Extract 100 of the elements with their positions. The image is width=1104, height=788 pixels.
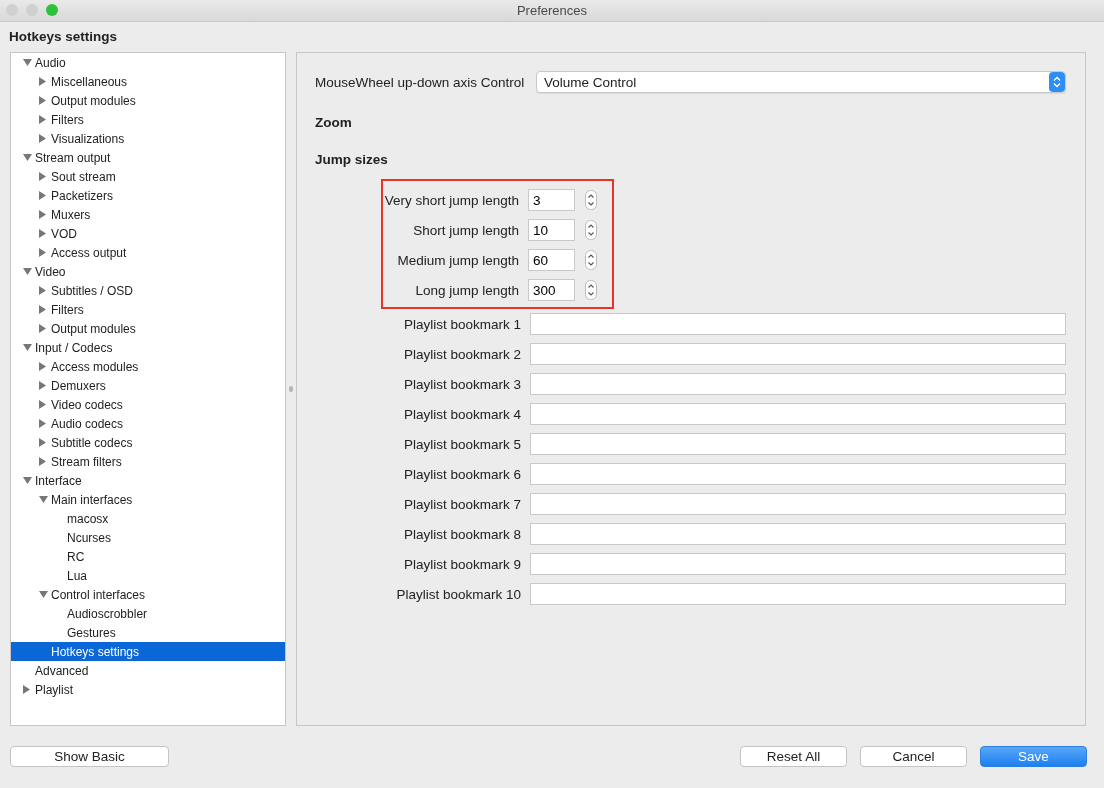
tree-item[interactable]: Gestures [11,623,285,642]
tree-item[interactable]: Filters [11,300,285,319]
field-label: Medium jump length [396,252,520,268]
number-field[interactable]: 10 [528,219,575,241]
field-label: Playlist bookmark 7 [402,496,522,512]
field-label: Playlist bookmark 8 [402,526,522,542]
field-label: Playlist bookmark 10 [395,586,522,602]
stepper-arrows-icon[interactable] [585,190,597,210]
tree-item[interactable]: Stream filters [11,452,285,471]
collapsed-arrow-icon[interactable] [39,191,47,200]
tree-item[interactable]: Output modules [11,91,285,110]
tree-item[interactable]: Main interfaces [11,490,285,509]
text-field[interactable] [530,433,1066,455]
tree-item[interactable]: Demuxers [11,376,285,395]
text-field[interactable] [530,343,1066,365]
tree-item[interactable]: Ncurses [11,528,285,547]
field-label: Playlist bookmark 2 [402,346,522,362]
tree-item[interactable]: Audio codecs [11,414,285,433]
tree-item[interactable]: Muxers [11,205,285,224]
field-label: Playlist bookmark 4 [402,406,522,422]
tree-item[interactable]: Subtitles / OSD [11,281,285,300]
tree-item[interactable]: Advanced [11,661,285,680]
field-label: Playlist bookmark 5 [402,436,522,452]
expanded-arrow-icon[interactable] [22,153,32,162]
section-heading: Jump sizes [315,151,389,169]
text-field[interactable] [530,313,1066,335]
field-label: Long jump length [414,282,520,298]
volume-dropdown[interactable]: Volume Control [536,71,1066,93]
tree-item[interactable]: Packetizers [11,186,285,205]
tree-item[interactable]: Sout stream [11,167,285,186]
tree-item[interactable]: VOD [11,224,285,243]
tree-item[interactable]: Miscellaneous [11,72,285,91]
expanded-arrow-icon[interactable] [22,58,32,67]
field-label: Playlist bookmark 6 [402,466,522,482]
tree-item[interactable]: Filters [11,110,285,129]
collapsed-arrow-icon[interactable] [39,286,47,295]
collapsed-arrow-icon[interactable] [39,248,47,257]
number-field[interactable]: 60 [528,249,575,271]
window-title: Preferences [516,3,588,18]
dialog-button[interactable]: Reset All [740,746,847,767]
tree-item[interactable]: RC [11,547,285,566]
tree-item[interactable]: macosx [11,509,285,528]
field-label: Playlist bookmark 1 [402,316,522,332]
collapsed-arrow-icon[interactable] [39,172,47,181]
tree-item[interactable]: Stream output [11,148,285,167]
tree-item[interactable]: Control interfaces [11,585,285,604]
tree-item[interactable]: Access modules [11,357,285,376]
tree-item[interactable]: Lua [11,566,285,585]
collapsed-arrow-icon[interactable] [39,134,47,143]
tree-item[interactable]: Audioscrobbler [11,604,285,623]
stepper-arrows-icon[interactable] [585,280,597,300]
text-field[interactable] [530,463,1066,485]
tree-item[interactable]: Video codecs [11,395,285,414]
field-label: MouseWheel up-down axis Control [315,74,526,90]
text-field[interactable] [530,553,1066,575]
expanded-arrow-icon[interactable] [22,343,32,352]
collapsed-arrow-icon[interactable] [23,685,31,694]
tree-item[interactable]: Video [11,262,285,281]
field-label: Short jump length [412,222,520,238]
collapsed-arrow-icon[interactable] [39,210,47,219]
dialog-button[interactable]: Cancel [860,746,967,767]
collapsed-arrow-icon[interactable] [39,77,47,86]
tree-item[interactable]: Playlist [11,680,285,699]
collapsed-arrow-icon[interactable] [39,305,47,314]
tree-item[interactable]: Audio [11,53,285,72]
tree-item[interactable]: Input / Codecs [11,338,285,357]
text-field[interactable] [530,373,1066,395]
collapsed-arrow-icon[interactable] [39,419,47,428]
field-label: Playlist bookmark 9 [402,556,522,572]
tree-item[interactable]: Hotkeys settings [11,642,285,661]
tree-item[interactable]: Output modules [11,319,285,338]
text-field[interactable] [530,493,1066,515]
text-field[interactable] [530,523,1066,545]
tree-item[interactable]: Visualizations [11,129,285,148]
collapsed-arrow-icon[interactable] [39,438,47,447]
field-label: Very short jump length [383,192,520,208]
collapsed-arrow-icon[interactable] [39,362,47,371]
field-label: Playlist bookmark 3 [402,376,522,392]
expanded-arrow-icon[interactable] [38,590,48,599]
collapsed-arrow-icon[interactable] [39,115,47,124]
section-heading: Zoom [315,114,353,132]
collapsed-arrow-icon[interactable] [39,457,47,466]
page-heading: Hotkeys settings [8,28,119,46]
expanded-arrow-icon[interactable] [22,267,32,276]
dialog-button[interactable]: Show Basic [10,746,169,767]
text-field[interactable] [530,403,1066,425]
stepper-arrows-icon[interactable] [585,220,597,240]
splitter-handle[interactable] [289,386,293,392]
stepper-arrows-icon[interactable] [585,250,597,270]
collapsed-arrow-icon[interactable] [39,229,47,238]
tree-item[interactable]: Interface [11,471,285,490]
collapsed-arrow-icon[interactable] [39,96,47,105]
text-field[interactable] [530,583,1066,605]
tree-item[interactable]: Access output [11,243,285,262]
tree-item[interactable]: Subtitle codecs [11,433,285,452]
number-field[interactable]: 300 [528,279,575,301]
collapsed-arrow-icon[interactable] [39,381,47,390]
collapsed-arrow-icon[interactable] [39,324,47,333]
number-field[interactable]: 3 [528,189,575,211]
collapsed-arrow-icon[interactable] [39,400,47,409]
